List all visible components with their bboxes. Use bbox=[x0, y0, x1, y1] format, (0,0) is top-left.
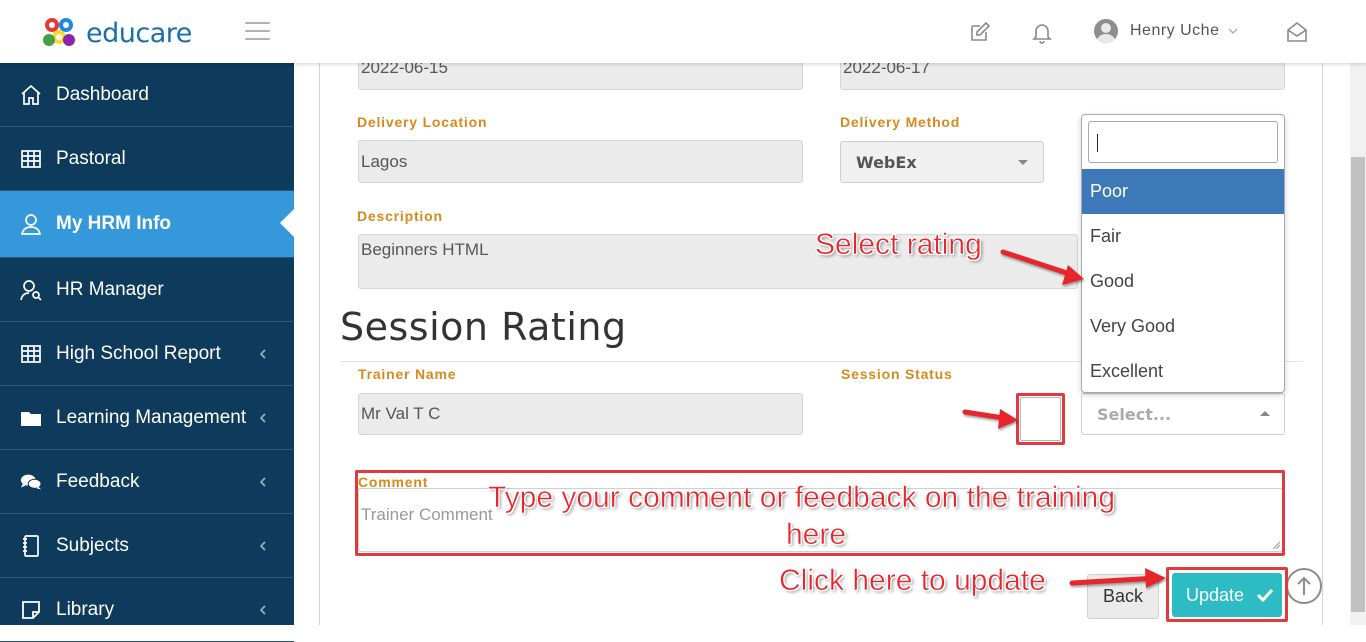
resize-grip-icon[interactable] bbox=[1272, 541, 1280, 549]
logo-text: educare bbox=[86, 17, 192, 49]
rating-option-poor[interactable]: Poor bbox=[1082, 169, 1284, 214]
scrollbar-thumb[interactable] bbox=[1351, 157, 1365, 612]
folder-icon bbox=[20, 407, 42, 429]
chevron-down-icon bbox=[1228, 28, 1238, 34]
description-label: Description bbox=[357, 208, 443, 224]
rating-option-fair[interactable]: Fair bbox=[1082, 214, 1284, 259]
sidebar-item-library[interactable]: Library bbox=[0, 578, 294, 642]
sidebar-item-label: Dashboard bbox=[56, 83, 149, 105]
rating-option-good[interactable]: Good bbox=[1082, 259, 1284, 304]
arrow-up-icon bbox=[1297, 576, 1311, 595]
dropdown-search-input[interactable] bbox=[1088, 121, 1278, 163]
sidebar: Dashboard Pastoral My HRM Info HR Manage… bbox=[0, 63, 294, 642]
delivery-method-value: WebEx bbox=[856, 152, 917, 172]
trainer-name-value: Mr Val T C bbox=[361, 404, 441, 423]
annotation-comment-line2: here bbox=[786, 518, 847, 552]
comments-icon bbox=[20, 471, 42, 493]
logo-icon bbox=[43, 18, 75, 46]
comment-placeholder: Trainer Comment bbox=[361, 505, 493, 524]
annotation-select-rating: Select rating bbox=[815, 228, 982, 262]
sidebar-item-feedback[interactable]: Feedback bbox=[0, 450, 294, 514]
mail-open-icon[interactable] bbox=[1285, 20, 1309, 44]
table-icon bbox=[20, 343, 42, 365]
sidebar-item-label: High School Report bbox=[56, 342, 221, 364]
chevron-left-icon bbox=[259, 604, 266, 615]
rating-option-excellent[interactable]: Excellent bbox=[1082, 349, 1284, 394]
sidebar-item-label: Library bbox=[56, 598, 115, 620]
update-button-label: Update bbox=[1186, 584, 1245, 605]
trainer-name-field[interactable]: Mr Val T C bbox=[358, 393, 803, 435]
sidebar-item-label: My HRM Info bbox=[56, 213, 172, 234]
sidebar-item-pastoral[interactable]: Pastoral bbox=[0, 127, 294, 191]
annotation-update: Click here to update bbox=[779, 564, 1046, 598]
sidebar-item-learning-management[interactable]: Learning Management bbox=[0, 386, 294, 450]
chevron-left-icon bbox=[259, 540, 266, 551]
check-icon bbox=[1256, 588, 1274, 602]
rating-option-very-good[interactable]: Very Good bbox=[1082, 304, 1284, 349]
annotation-comment-line1: Type your comment or feedback on the tra… bbox=[488, 481, 1116, 515]
app-logo[interactable]: educare bbox=[40, 14, 192, 52]
sidebar-item-label: Learning Management bbox=[56, 406, 247, 428]
delivery-location-value: Lagos bbox=[361, 151, 408, 171]
bell-icon[interactable] bbox=[1030, 20, 1054, 44]
sidebar-item-subjects[interactable]: Subjects bbox=[0, 514, 294, 578]
user-search-icon bbox=[20, 279, 42, 301]
session-status-checkbox[interactable] bbox=[1020, 397, 1061, 441]
description-value: Beginners HTML bbox=[361, 240, 489, 259]
sidebar-item-label: Subjects bbox=[56, 534, 129, 556]
update-button[interactable]: Update bbox=[1172, 573, 1282, 617]
user-menu[interactable]: Henry Uche bbox=[1094, 19, 1239, 43]
trainer-name-label: Trainer Name bbox=[358, 366, 457, 382]
delivery-method-label: Delivery Method bbox=[840, 114, 961, 130]
user-name: Henry Uche bbox=[1130, 22, 1220, 39]
rating-select[interactable]: Select... bbox=[1081, 393, 1285, 435]
sidebar-item-hr-manager[interactable]: HR Manager bbox=[0, 258, 294, 322]
section-title: Session Rating bbox=[340, 305, 627, 349]
back-button[interactable]: Back bbox=[1087, 574, 1159, 619]
session-status-label: Session Status bbox=[841, 366, 953, 382]
sidebar-item-high-school-report[interactable]: High School Report bbox=[0, 322, 294, 386]
note-icon bbox=[20, 599, 42, 621]
scroll-to-top-button[interactable] bbox=[1286, 568, 1322, 604]
sidebar-item-label: HR Manager bbox=[56, 278, 164, 300]
sidebar-item-dashboard[interactable]: Dashboard bbox=[0, 63, 294, 127]
user-icon bbox=[20, 213, 42, 235]
caret-up-icon bbox=[1260, 411, 1270, 416]
rating-dropdown: Poor Fair Good Very Good Excellent bbox=[1081, 114, 1285, 393]
home-icon bbox=[20, 84, 42, 106]
sidebar-item-my-hrm-info[interactable]: My HRM Info bbox=[0, 191, 294, 258]
avatar bbox=[1094, 19, 1118, 43]
sidebar-item-label: Feedback bbox=[56, 470, 140, 492]
delivery-location-label: Delivery Location bbox=[357, 114, 488, 130]
caret-down-icon bbox=[1018, 160, 1028, 165]
menu-toggle-icon[interactable] bbox=[245, 22, 270, 40]
edit-icon[interactable] bbox=[968, 20, 992, 44]
delivery-method-select[interactable]: WebEx bbox=[840, 141, 1044, 183]
sidebar-item-label: Pastoral bbox=[56, 147, 126, 169]
delivery-location-field[interactable]: Lagos bbox=[358, 140, 803, 183]
chevron-left-icon bbox=[259, 348, 266, 359]
top-bar: educare Henry Uche bbox=[0, 0, 1366, 63]
chevron-left-icon bbox=[259, 476, 266, 487]
book-icon bbox=[20, 534, 42, 557]
chevron-left-icon bbox=[259, 412, 266, 423]
rating-select-placeholder: Select... bbox=[1097, 404, 1172, 424]
table-icon bbox=[20, 148, 42, 170]
